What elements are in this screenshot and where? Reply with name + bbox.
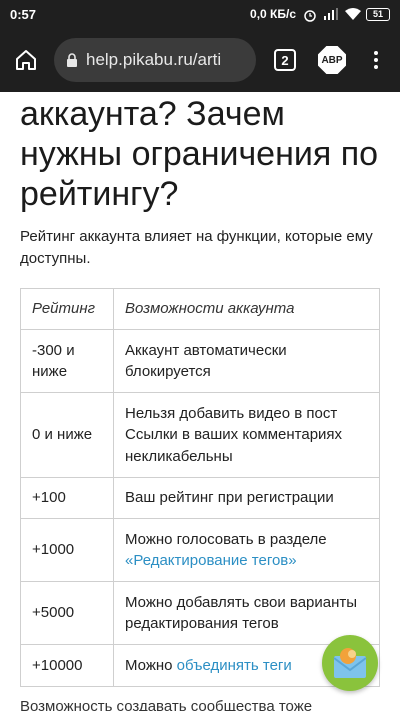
menu-button[interactable] xyxy=(368,49,384,71)
cell-rating: +10000 xyxy=(20,644,114,687)
menu-dot xyxy=(374,65,378,69)
table-header-row: Рейтинг Возможности аккаунта xyxy=(20,288,380,330)
table-row: +5000 Можно добавлять свои варианты реда… xyxy=(20,581,380,645)
url-text: help.pikabu.ru/arti xyxy=(86,50,222,69)
cell-rating: +1000 xyxy=(20,518,114,582)
tab-switcher-button[interactable]: 2 xyxy=(274,49,296,71)
cell-rating: 0 и ниже xyxy=(20,392,114,478)
table-row: +1000 Можно голосовать в разделе «Редакт… xyxy=(20,518,380,582)
signal-icon xyxy=(324,8,338,20)
cell-rating: +100 xyxy=(20,477,114,519)
table-row: -300 и ниже Аккаунт автоматически блокир… xyxy=(20,329,380,393)
mail-icon xyxy=(333,648,367,678)
cell-features: Аккаунт автоматически блокируется xyxy=(113,329,380,393)
cell-features: Можно голосовать в разделе «Редактирован… xyxy=(113,518,380,582)
article-intro: Рейтинг аккаунта влияет на функции, кото… xyxy=(20,228,373,267)
cell-text: Можно xyxy=(125,656,173,674)
lock-icon xyxy=(67,53,77,67)
wifi-icon xyxy=(345,8,361,20)
adblock-button[interactable]: ABP xyxy=(318,46,346,74)
browser-toolbar: help.pikabu.ru/arti 2 ABP xyxy=(0,28,400,92)
article-heading: аккаунта? Зачем нужны ограничения по рей… xyxy=(20,95,379,213)
home-icon xyxy=(16,50,36,70)
address-bar[interactable]: help.pikabu.ru/arti xyxy=(54,38,256,82)
cell-features: Нельзя добавить видео в пост Ссылки в ва… xyxy=(113,392,380,478)
menu-dot xyxy=(374,58,378,62)
network-speed: 0,0 КБ/с xyxy=(250,7,296,21)
cell-text: Можно голосовать в разделе xyxy=(125,530,327,548)
feedback-button[interactable] xyxy=(322,635,378,691)
status-time: 0:57 xyxy=(10,6,37,22)
cell-features: Можно добавлять свои варианты редактиров… xyxy=(113,581,380,645)
menu-dot xyxy=(374,51,378,55)
cell-features: Ваш рейтинг при регистрации xyxy=(113,477,380,519)
rating-table: Рейтинг Возможности аккаунта -300 и ниже… xyxy=(20,288,380,687)
bottom-text: Возможность создавать сообщества тоже xyxy=(20,698,313,711)
status-bar: 0:57 0,0 КБ/с 51 xyxy=(0,0,400,28)
alarm-icon xyxy=(303,8,317,22)
page-content: аккаунта? Зачем нужны ограничения по рей… xyxy=(0,92,400,711)
battery-icon: 51 xyxy=(366,7,390,21)
status-right: 0,0 КБ/с 51 xyxy=(250,7,390,22)
table-row: 0 и ниже Нельзя добавить видео в пост Сс… xyxy=(20,392,380,478)
home-button[interactable] xyxy=(8,42,44,78)
table-row: +100 Ваш рейтинг при регистрации xyxy=(20,477,380,519)
merge-tags-link[interactable]: объединять теги xyxy=(177,657,292,674)
cell-rating: -300 и ниже xyxy=(20,329,114,393)
tag-editing-link[interactable]: «Редактирование тегов» xyxy=(125,552,297,569)
header-rating: Рейтинг xyxy=(20,288,114,330)
cell-rating: +5000 xyxy=(20,581,114,645)
header-features: Возможности аккаунта xyxy=(113,288,380,330)
